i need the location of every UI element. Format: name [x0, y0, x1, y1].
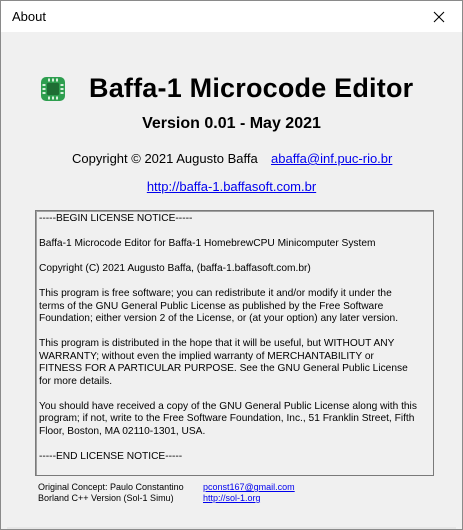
license-paragraph: Baffa-1 Microcode Editor for Baffa-1 Hom… [39, 238, 376, 249]
license-scrollbar[interactable] [420, 211, 433, 475]
dialog-body: Baffa-1 Microcode Editor Version 0.01 - … [7, 33, 456, 529]
author-email-link[interactable]: abaffa@inf.puc-rio.br [271, 151, 392, 166]
window-title: About [12, 9, 46, 24]
sol1-link[interactable]: http://sol-1.org [203, 493, 261, 504]
original-email-link[interactable]: pconst167@gmail.com [203, 482, 295, 493]
license-paragraph: This program is distributed in the hope … [39, 338, 408, 387]
license-paragraph: Copyright (C) 2021 Augusto Baffa, (baffa… [39, 263, 311, 274]
website-link[interactable]: http://baffa-1.baffasoft.com.br [7, 179, 456, 194]
close-button[interactable] [416, 1, 462, 32]
copyright-label: Copyright © 2021 Augusto Baffa [72, 151, 258, 166]
borland-version-label: Borland C++ Version (Sol-1 Simu) [38, 493, 174, 503]
license-text: -----BEGIN LICENSE NOTICE----- Baffa-1 M… [39, 213, 417, 471]
license-paragraph: This program is free software; you can r… [39, 288, 399, 324]
app-title: Baffa-1 Microcode Editor [89, 73, 414, 103]
version-label: Version 0.01 - May 2021 [142, 115, 321, 132]
license-paragraph: -----END LICENSE NOTICE----- [39, 450, 183, 462]
title-bar: About [1, 1, 462, 32]
chip-icon [41, 77, 65, 101]
license-paragraph: You should have received a copy of the G… [39, 400, 417, 437]
about-window: About Baffa-1 Microcode Editor Version 0… [0, 0, 463, 530]
original-concept-label: Original Concept: Paulo Constantino [38, 482, 184, 492]
bottom-edge [7, 527, 456, 529]
license-paragraph: -----BEGIN LICENSE NOTICE----- [39, 213, 193, 224]
close-icon [433, 11, 445, 22]
license-textbox[interactable]: -----BEGIN LICENSE NOTICE----- Baffa-1 M… [35, 210, 434, 476]
